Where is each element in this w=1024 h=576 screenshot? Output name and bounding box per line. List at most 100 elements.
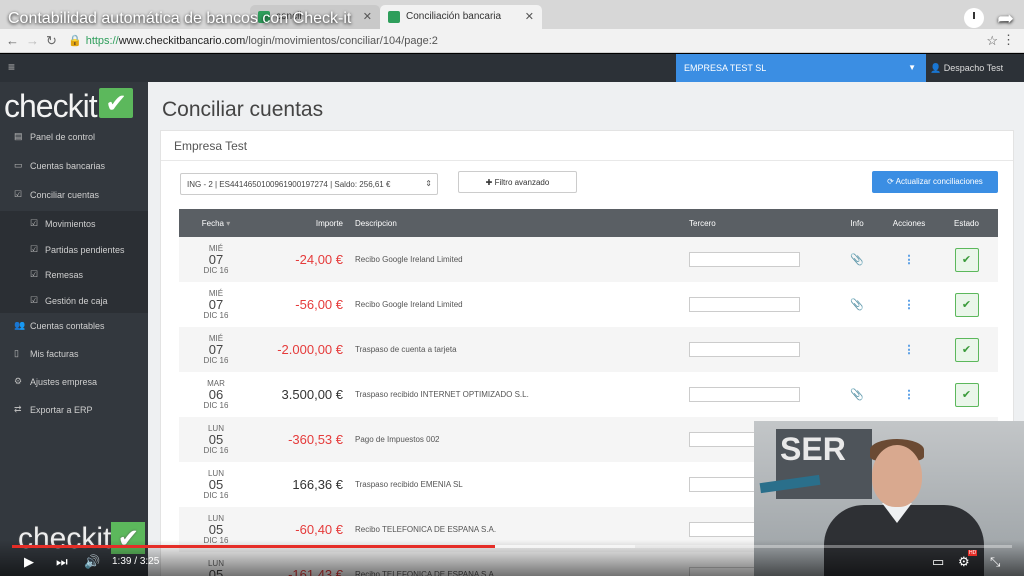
sidebar-item-cuentas-bancarias[interactable]: ▭ Cuentas bancarias: [0, 153, 148, 182]
tercero-input[interactable]: [689, 252, 800, 267]
sidebar-item-label: Movimientos: [45, 219, 96, 229]
col-estado: Estado: [954, 218, 979, 228]
actions-menu-icon[interactable]: ⋮: [904, 299, 915, 311]
row-info: 📎: [831, 372, 883, 417]
sidebar-item-label: Mis facturas: [30, 349, 79, 359]
row-tercero: [683, 282, 831, 327]
row-month: DIC 16: [203, 445, 229, 455]
col-fecha[interactable]: Fecha ▾: [179, 209, 253, 237]
favicon-icon: [388, 11, 400, 23]
attachment-icon[interactable]: 📎: [850, 389, 864, 401]
logo-text: checkit: [4, 88, 98, 124]
settings-icon[interactable]: ⚙: [958, 554, 970, 570]
reconciled-check-icon[interactable]: ✔: [954, 247, 979, 272]
reconciled-check-icon[interactable]: ✔: [954, 337, 979, 362]
sidebar-item-conciliar-cuentas[interactable]: ☑ Conciliar cuentas: [0, 182, 148, 211]
close-tab-icon[interactable]: ✕: [363, 10, 372, 23]
row-date: MIÉ 07 DIC 16: [179, 237, 253, 282]
row-amount: -24,00 €: [253, 237, 349, 282]
sidebar-item-panel-de-control[interactable]: ▤ Panel de control: [0, 124, 148, 153]
browser-menu-icon[interactable]: ⋮: [1002, 32, 1015, 48]
row-tercero: [683, 372, 831, 417]
bookmark-star-icon[interactable]: ☆: [986, 33, 998, 49]
reload-icon[interactable]: ↻: [46, 33, 57, 49]
sidebar-item-mis-facturas[interactable]: ▯ Mis facturas: [0, 341, 148, 369]
checkbox-icon: ☑: [30, 269, 39, 279]
sort-caret-icon: ▾: [226, 218, 231, 228]
url-field[interactable]: 🔒 https://www.checkitbancario.com/login/m…: [68, 34, 438, 47]
volume-icon[interactable]: 🔊: [84, 554, 100, 570]
attachment-icon[interactable]: 📎: [850, 299, 864, 311]
sidebar-item-movimientos[interactable]: ☑ Movimientos: [0, 211, 148, 237]
user-icon: 👤: [930, 63, 942, 73]
sidebar-item-ajustes-empresa[interactable]: ⚙ Ajustes empresa: [0, 369, 148, 397]
sidebar-item-remesas[interactable]: ☑ Remesas: [0, 262, 148, 288]
exchange-icon: ⇄: [14, 404, 22, 414]
page-title: Conciliar cuentas: [162, 98, 324, 121]
col-tercero: Tercero: [689, 218, 716, 228]
next-icon[interactable]: ⏭: [56, 554, 68, 570]
close-tab-icon[interactable]: ✕: [525, 10, 534, 23]
col-info: Info: [850, 218, 864, 228]
checkit-logo[interactable]: checkit ✔: [4, 88, 133, 125]
company-selector[interactable]: EMPRESA TEST SL ▼: [676, 54, 926, 82]
row-tercero: [683, 327, 831, 372]
reconciled-check-icon[interactable]: ✔: [954, 292, 979, 317]
row-status: ✔: [935, 237, 998, 282]
actions-menu-icon[interactable]: ⋮: [904, 344, 915, 356]
reconciled-check-icon[interactable]: ✔: [954, 382, 979, 407]
tercero-input[interactable]: [689, 387, 800, 402]
app-topnav: ≡ EMPRESA TEST SL ▼ 👤 Despacho Test: [0, 54, 1024, 82]
user-name: Despacho Test: [943, 63, 1004, 73]
row-month: DIC 16: [203, 490, 229, 500]
user-menu[interactable]: 👤 Despacho Test: [930, 63, 1003, 74]
row-month: DIC 16: [203, 265, 229, 275]
plus-icon: ✚: [485, 178, 493, 187]
row-actions: ⋮: [883, 282, 935, 327]
back-arrow-icon[interactable]: ←: [6, 33, 19, 48]
tercero-input[interactable]: [689, 297, 800, 312]
row-amount: -56,00 €: [253, 282, 349, 327]
row-day: 05: [208, 521, 224, 537]
video-title[interactable]: Contabilidad automática de bancos con Ch…: [8, 10, 351, 28]
subtitles-icon[interactable]: ▭: [932, 554, 944, 570]
sidebar-item-gestión-de-caja[interactable]: ☑ Gestión de caja: [0, 287, 148, 313]
watch-later-icon[interactable]: [964, 8, 984, 28]
share-icon[interactable]: ➦: [997, 6, 1014, 31]
sidebar-item-exportar-a-erp[interactable]: ⇄ Exportar a ERP: [0, 397, 148, 425]
browser-tab-2[interactable]: Conciliación bancaria ✕: [380, 5, 542, 29]
row-status: ✔: [935, 282, 998, 327]
row-date: LUN05DIC 16: [179, 417, 253, 462]
exit-fullscreen-icon[interactable]: ⤡: [990, 554, 1000, 570]
col-acciones: Acciones: [892, 218, 926, 228]
forward-arrow-icon[interactable]: →: [26, 33, 39, 48]
presenter-head: [872, 445, 922, 507]
row-date: MIÉ 07 DIC 16: [179, 282, 253, 327]
col-descripcion[interactable]: Descripcion: [349, 209, 683, 237]
buffered-bar: [495, 545, 635, 548]
sidebar-item-label: Ajustes empresa: [30, 377, 98, 387]
account-select[interactable]: ING - 2 | ES4414650100961900197274 | Sal…: [180, 173, 438, 195]
hamburger-icon[interactable]: ≡: [8, 60, 15, 74]
actions-menu-icon[interactable]: ⋮: [904, 254, 915, 266]
url-path: /login/movimientos/conciliar/104/page:2: [245, 35, 438, 47]
table-row: MIÉ 07 DIC 16 -2.000,00 € Traspaso de cuenta…: [179, 327, 998, 372]
row-date: MIÉ 07 DIC 16: [179, 327, 253, 372]
col-importe[interactable]: Importe: [253, 209, 349, 237]
attachment-icon[interactable]: 📎: [850, 254, 864, 266]
row-day: 05: [208, 431, 224, 447]
refresh-reconciliations-button[interactable]: ⟳ Actualizar conciliaciones: [872, 171, 998, 193]
sidebar-item-partidas-pendientes[interactable]: ☑ Partidas pendientes: [0, 236, 148, 262]
advanced-filter-button[interactable]: ✚ Filtro avanzado: [458, 171, 577, 193]
sidebar-item-cuentas-contables[interactable]: 👥 Cuentas contables: [0, 313, 148, 341]
actions-menu-icon[interactable]: ⋮: [904, 389, 915, 401]
sidebar-item-label: Gestión de caja: [45, 295, 108, 306]
select-arrows-icon: ⇕: [425, 179, 432, 188]
row-info: 📎: [831, 237, 883, 282]
table-header-row: Fecha ▾ Importe Descripcion Tercero Info…: [179, 209, 998, 237]
credit-card-icon: ▭: [14, 160, 23, 170]
play-icon[interactable]: ▶: [24, 554, 34, 570]
progress-bar[interactable]: [12, 545, 1012, 548]
tercero-input[interactable]: [689, 342, 800, 357]
panel-title: Empresa Test: [161, 131, 1013, 161]
